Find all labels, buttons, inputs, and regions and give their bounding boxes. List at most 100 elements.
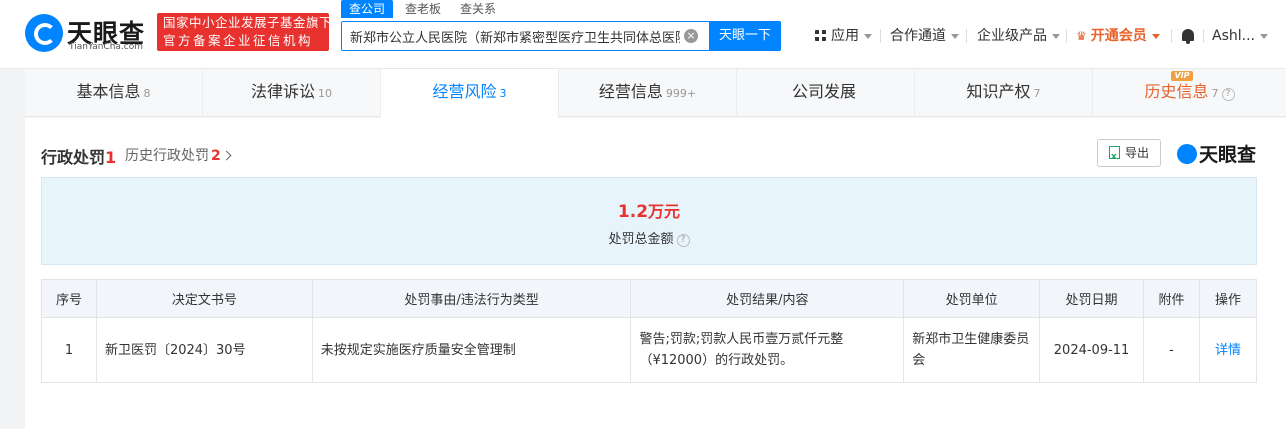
brand-text: 天眼查 (1199, 144, 1257, 166)
caret-down-icon (1052, 33, 1060, 39)
apps-grid-icon (815, 30, 826, 41)
caret-down-icon (1151, 33, 1160, 39)
official-badge: 国家中小企业发展子基金旗下 官方备案企业征信机构 (157, 13, 333, 51)
logo-subtext: TianYanCha.com (69, 42, 144, 52)
search-button[interactable]: 天眼一下 (709, 21, 781, 51)
nav-divider (1066, 29, 1067, 43)
caret-down-icon (864, 33, 872, 39)
badge-line-1: 国家中小企业发展子基金旗下 (163, 15, 333, 30)
nav-user[interactable]: Ashl... (1212, 27, 1268, 45)
vip-tag: VIP (1171, 71, 1193, 81)
col-header-result: 处罚结果/内容 (630, 279, 905, 318)
nav-divider (966, 29, 967, 43)
crown-icon: ♛ (1076, 29, 1087, 43)
total-amount-unit: 万元 (648, 202, 681, 221)
tab-count: 7 (1211, 87, 1219, 100)
tab-count: 8 (143, 87, 151, 100)
bell-icon[interactable] (1181, 28, 1195, 44)
nav-divider (880, 29, 881, 43)
history-link-count: 2 (211, 148, 221, 164)
table-row: 1 新卫医罚〔2024〕30号 未按规定实施医疗质量安全管理制 警告;罚款;罚款… (41, 317, 1258, 383)
col-header-action: 操作 (1198, 279, 1258, 318)
search-input[interactable] (350, 22, 680, 50)
tab-label: 经营风险 (432, 82, 497, 101)
col-header-reason: 处罚事由/违法行为类型 (311, 279, 632, 318)
total-amount-label: 处罚总金额? (42, 228, 1256, 247)
top-header: 天眼查 TianYanCha.com 国家中小企业发展子基金旗下 官方备案企业征… (0, 0, 1286, 69)
logo-eye-icon (25, 14, 63, 52)
nav-divider (1203, 29, 1204, 43)
export-label: 导出 (1124, 146, 1149, 160)
tab-count: 10 (318, 87, 332, 100)
nav-divider (1171, 29, 1172, 43)
cell-result: 警告;罚款;罚款人民币壹万贰仟元整（¥12000）的行政处罚。 (630, 317, 905, 383)
caret-down-icon (951, 33, 959, 39)
tab-business-info[interactable]: 经营信息 999+ (559, 69, 737, 117)
section-title: 行政处罚1 (41, 144, 116, 168)
brand-watermark: 天眼查 (1177, 140, 1256, 167)
search-tab-relation[interactable]: 查关系 (452, 0, 504, 18)
chevron-right-icon (221, 150, 232, 161)
history-penalty-link[interactable]: 历史行政处罚 2 (125, 145, 232, 165)
tab-business-risk[interactable]: 经营风险 3 (381, 69, 559, 118)
tab-development[interactable]: 公司发展 (737, 69, 915, 117)
cell-doc-no: 新卫医罚〔2024〕30号 (95, 317, 313, 383)
search-tab-boss[interactable]: 查老板 (397, 0, 449, 18)
col-header-attachment: 附件 (1143, 279, 1200, 318)
excel-icon (1108, 144, 1120, 170)
tab-label: 历史信息 (1144, 82, 1209, 101)
penalty-panel: 行政处罚1 历史行政处罚2 导出 天眼查 1.2万元 处罚总金额? 序号 决定文… (25, 118, 1286, 429)
logo-eye-icon (1177, 144, 1197, 164)
total-amount: 1.2万元 (42, 198, 1256, 222)
tab-count: 999+ (665, 87, 697, 100)
nav-apps[interactable]: 应用 (815, 27, 872, 45)
col-header-doc-no: 决定文书号 (95, 279, 313, 318)
cell-action: 详情 (1198, 317, 1258, 383)
help-icon[interactable]: ? (1221, 88, 1235, 101)
tab-label: 法律诉讼 (250, 82, 315, 101)
tab-label: 知识产权 (966, 82, 1031, 101)
cell-index: 1 (41, 317, 97, 383)
caret-down-icon (1259, 33, 1268, 39)
nav-vip-label: 开通会员 (1090, 28, 1147, 44)
clear-icon[interactable]: × (684, 29, 698, 43)
tab-count: 3 (499, 87, 507, 100)
total-amount-value: 1.2 (617, 202, 649, 222)
col-header-index: 序号 (41, 279, 97, 318)
tianyancha-logo[interactable]: 天眼查 TianYanCha.com (25, 14, 150, 54)
table-header-row: 序号 决定文书号 处罚事由/违法行为类型 处罚结果/内容 处罚单位 处罚日期 附… (41, 279, 1258, 318)
nav-enterprise-label: 企业级产品 (977, 28, 1047, 44)
tab-count: 7 (1033, 87, 1041, 100)
cell-authority: 新郑市卫生健康委员会 (903, 317, 1041, 383)
nav-enterprise[interactable]: 企业级产品 (977, 27, 1060, 45)
cell-attachment: - (1143, 317, 1200, 383)
total-amount-label-text: 处罚总金额 (608, 232, 674, 247)
detail-link[interactable]: 详情 (1215, 343, 1241, 358)
section-title-count: 1 (105, 148, 117, 167)
category-tabs: 基本信息 8 法律诉讼 10 经营风险 3 经营信息 999+ 公司发展 知识产权 7 历… (25, 69, 1286, 118)
col-header-authority: 处罚单位 (903, 279, 1041, 318)
cell-reason: 未按规定实施医疗质量安全管理制 (311, 317, 632, 383)
help-icon[interactable]: ? (676, 234, 690, 247)
search-tab-company[interactable]: 查公司 (341, 0, 394, 18)
section-title-label: 行政处罚 (41, 148, 106, 167)
cell-date: 2024-09-11 (1039, 317, 1145, 383)
tab-label: 经营信息 (598, 82, 663, 101)
penalty-summary: 1.2万元 处罚总金额? (41, 177, 1257, 265)
nav-user-label: Ashl... (1212, 28, 1255, 44)
tab-label: 公司发展 (791, 82, 856, 101)
nav-partner[interactable]: 合作通道 (890, 27, 959, 45)
col-header-date: 处罚日期 (1039, 279, 1145, 318)
badge-line-2: 官方备案企业征信机构 (163, 33, 314, 48)
tab-legal[interactable]: 法律诉讼 10 (203, 69, 381, 117)
tab-label: 基本信息 (76, 82, 141, 101)
tab-ip[interactable]: 知识产权 7 (915, 69, 1093, 117)
nav-partner-label: 合作通道 (890, 28, 946, 44)
export-button[interactable]: 导出 (1097, 139, 1161, 170)
nav-vip[interactable]: ♛ 开通会员 (1076, 27, 1160, 45)
tab-basic-info[interactable]: 基本信息 8 (25, 69, 203, 117)
search-box: × 天眼一下 (341, 21, 781, 51)
nav-apps-label: 应用 (831, 28, 859, 44)
penalty-table: 序号 决定文书号 处罚事由/违法行为类型 处罚结果/内容 处罚单位 处罚日期 附… (41, 279, 1258, 383)
history-link-label: 历史行政处罚 (125, 148, 209, 164)
